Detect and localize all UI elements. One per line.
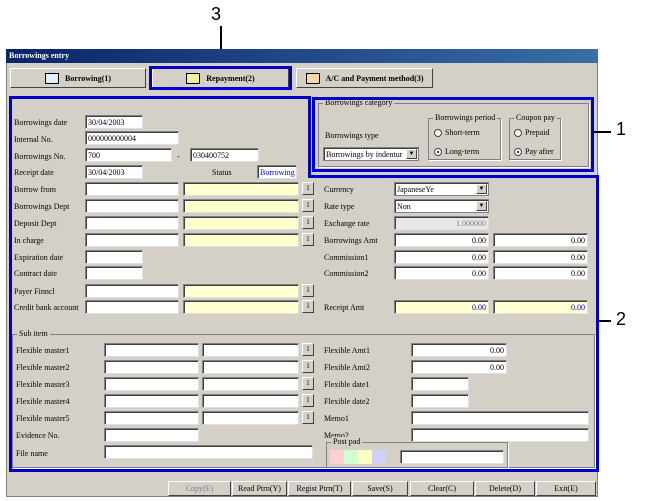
- delete-button[interactable]: Delete(D): [475, 481, 535, 496]
- callout-box-2-left: [9, 96, 599, 472]
- window-title: Borrowings entry: [6, 49, 598, 63]
- tab-ac-payment[interactable]: A/C and Payment method(3): [296, 68, 433, 88]
- callout-box-2-bottom: [9, 469, 599, 472]
- regist-ptrn-button[interactable]: Regist Ptrn(T): [288, 481, 351, 496]
- callout-box-2-top-left: [9, 96, 311, 99]
- read-ptrn-button[interactable]: Read Ptrn(Y): [232, 481, 287, 496]
- callout-number-2: 2: [616, 309, 627, 329]
- save-button[interactable]: Save(S): [352, 481, 408, 496]
- tab-ac-payment-label: A/C and Payment method(3): [325, 73, 424, 83]
- callout-box-2-top-right: [308, 175, 599, 178]
- callout-box-3: [149, 66, 292, 90]
- callout-box-2-notch: [308, 96, 311, 176]
- screen-icon: [305, 72, 320, 84]
- tab-borrowing-label: Borrowing(1): [64, 73, 112, 83]
- book-icon: [44, 72, 59, 84]
- callout-number-3: 3: [211, 4, 222, 24]
- tab-borrowing[interactable]: Borrowing(1): [10, 68, 146, 88]
- callout-line-2: [599, 320, 611, 322]
- callout-box-2-right: [596, 175, 599, 472]
- clear-button[interactable]: Clear(C): [410, 481, 474, 496]
- copy-button[interactable]: Copy(E): [168, 481, 231, 496]
- callout-number-1: 1: [616, 119, 627, 139]
- exit-button[interactable]: Exit(E): [536, 481, 596, 496]
